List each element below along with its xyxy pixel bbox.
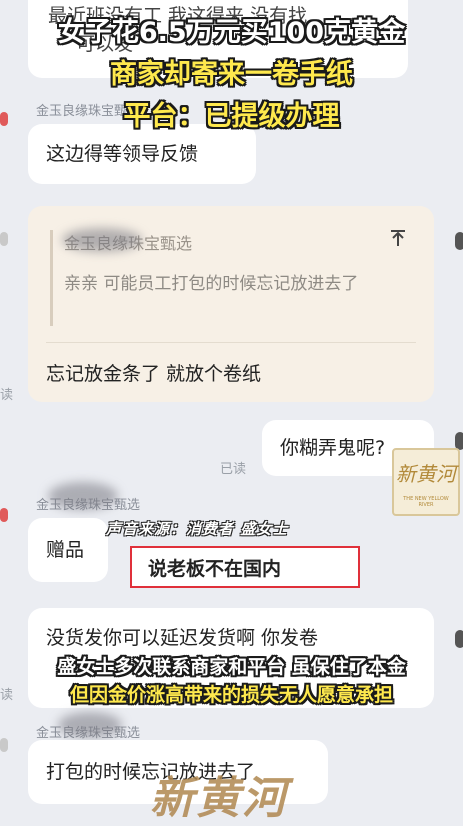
- headline-line-1: 女子花6.5万元买100克黄金: [57, 17, 406, 48]
- brand-logo-text: 新黄河: [396, 462, 456, 486]
- quote-reply-bubble[interactable]: 金玉良缘珠宝甄选 亲亲 可能员工打包的时候忘记放进去了 忘记放金条了 就放个卷纸: [28, 206, 434, 402]
- bottom-watermark: 新黄河: [150, 773, 288, 824]
- redaction-blur: [58, 712, 122, 738]
- reply-text: 忘记放金条了 就放个卷纸: [46, 363, 262, 385]
- caption-line-1: 盛女士多次联系商家和平台 虽保住了本金: [57, 656, 406, 678]
- scroll-edge: [455, 630, 463, 648]
- message-text: 赠品: [46, 539, 85, 561]
- message-bubble[interactable]: 赠品: [28, 518, 108, 582]
- redaction-blur: [62, 228, 142, 252]
- read-status: 已读: [220, 462, 247, 477]
- caption-line-2: 但因金价涨高带来的损失无人愿意承担: [69, 684, 393, 706]
- brand-logo: 新黄河 THE NEW YELLOW RIVER: [392, 448, 460, 516]
- quoted-text: 亲亲 可能员工打包的时候忘记放进去了: [64, 274, 359, 294]
- avatar-edge: [0, 738, 8, 752]
- message-text: 这边得等领导反馈: [46, 143, 199, 165]
- headline-line-3: 平台：已提级办理: [123, 101, 340, 132]
- avatar-edge: [0, 232, 8, 246]
- user-message-text: 你糊弄鬼呢?: [280, 437, 386, 459]
- read-status-left: 读: [0, 388, 14, 403]
- scroll-edge: [455, 232, 463, 250]
- message-text: 没货发你可以延迟发货啊 你发卷: [46, 627, 319, 649]
- avatar-edge: [0, 508, 8, 522]
- quote-divider: [46, 342, 416, 343]
- collapse-up-icon[interactable]: [388, 228, 408, 248]
- message-bubble[interactable]: 这边得等领导反馈: [28, 124, 256, 184]
- highlight-text: 说老板不在国内: [148, 558, 282, 580]
- headline-line-2: 商家却寄来一卷手纸: [110, 59, 353, 90]
- redaction-blur: [48, 482, 118, 510]
- highlight-box: 说老板不在国内: [130, 546, 360, 588]
- quote-bar: [50, 230, 53, 326]
- brand-logo-subtext: THE NEW YELLOW RIVER: [403, 496, 449, 508]
- source-label: 声音来源：消费者 盛女士: [106, 520, 289, 538]
